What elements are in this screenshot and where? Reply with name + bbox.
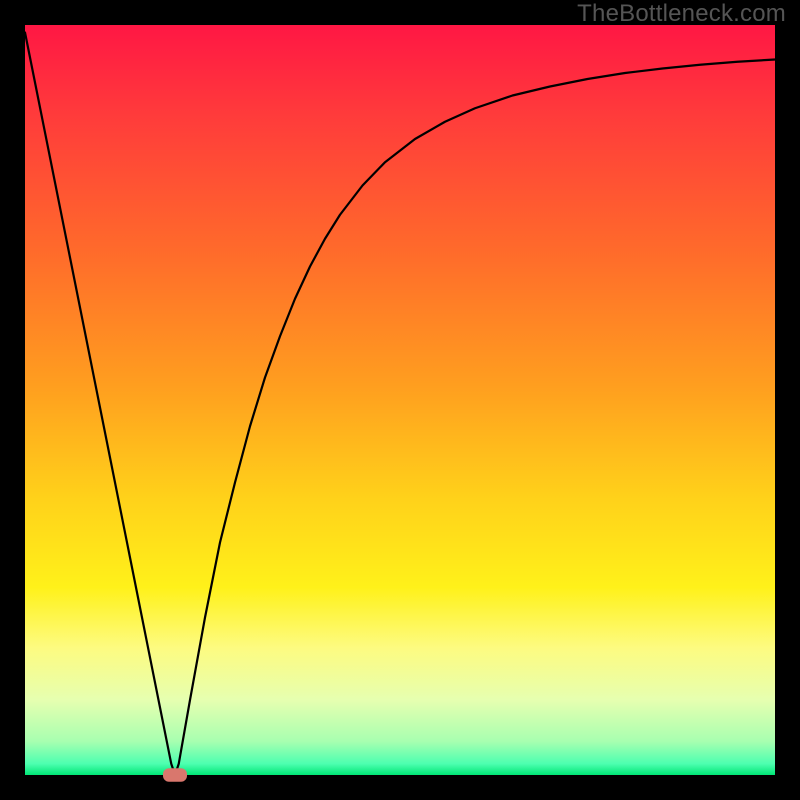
watermark-text: TheBottleneck.com bbox=[577, 0, 786, 28]
bottleneck-chart bbox=[0, 0, 800, 800]
chart-container: TheBottleneck.com bbox=[0, 0, 800, 800]
plot-background bbox=[25, 25, 775, 775]
sweet-spot-marker bbox=[163, 768, 187, 782]
